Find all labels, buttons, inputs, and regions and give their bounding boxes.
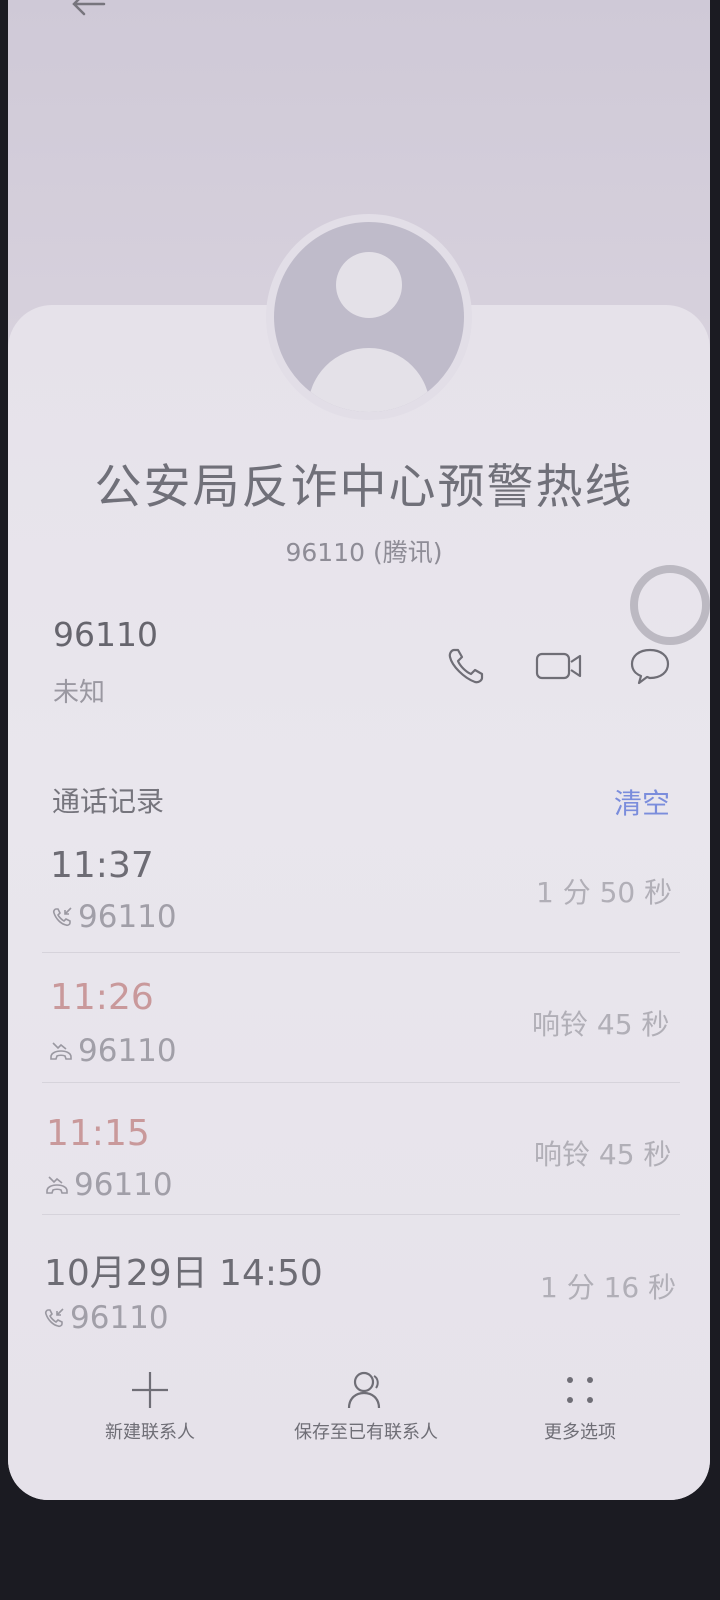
- call-log-row[interactable]: 10月29日 14:50 96110 1 分 16 秒: [8, 1220, 710, 1348]
- new-contact-button[interactable]: 新建联系人: [40, 1360, 260, 1460]
- more-options-label: 更多选项: [544, 1422, 616, 1443]
- divider: [42, 1082, 680, 1083]
- call-number: 96110: [50, 899, 177, 935]
- phone-icon[interactable]: [444, 644, 488, 688]
- call-number-text: 96110: [70, 1300, 169, 1336]
- divider: [42, 1214, 680, 1215]
- call-log-title: 通话记录: [52, 785, 165, 818]
- avatar: [266, 214, 472, 420]
- call-duration: 1 分 16 秒: [540, 1271, 677, 1304]
- call-log-row[interactable]: 11:37 96110 1 分 50 秒: [8, 825, 710, 953]
- plus-icon: [132, 1372, 168, 1408]
- call-log-row[interactable]: 11:26 96110 响铃 45 秒: [8, 955, 710, 1083]
- default-avatar-icon: [274, 222, 464, 412]
- missed-call-icon: [46, 1176, 68, 1194]
- call-duration: 响铃 45 秒: [534, 1138, 672, 1171]
- contact-name: 公安局反诈中心预警热线: [94, 460, 634, 515]
- call-time: 11:37: [50, 845, 154, 886]
- call-number: 96110: [42, 1300, 169, 1336]
- clear-call-log-button[interactable]: 清空: [614, 782, 670, 822]
- incoming-call-icon: [44, 1308, 64, 1328]
- call-time: 10月29日 14:50: [44, 1253, 323, 1294]
- phone-number: 96110: [53, 615, 158, 654]
- call-number-text: 96110: [78, 899, 177, 935]
- call-number: 96110: [44, 1167, 173, 1203]
- message-icon[interactable]: [628, 644, 672, 688]
- divider: [42, 952, 680, 953]
- call-time: 11:15: [46, 1113, 150, 1154]
- more-dots-icon: [567, 1377, 593, 1403]
- more-options-button[interactable]: 更多选项: [470, 1360, 690, 1460]
- back-arrow-icon[interactable]: [68, 0, 108, 22]
- number-location: 未知: [53, 678, 106, 708]
- incoming-call-icon: [52, 907, 72, 927]
- call-number: 96110: [48, 1033, 177, 1069]
- call-log-row[interactable]: 11:15 96110 响铃 45 秒: [8, 1087, 710, 1215]
- person-icon: [347, 1371, 381, 1409]
- save-to-existing-label: 保存至已有联系人: [294, 1422, 438, 1443]
- contact-detail-screen: 公安局反诈中心预警热线 96110 (腾讯) 96110 未知 通话记录 清空 …: [8, 0, 710, 1500]
- video-call-icon[interactable]: [534, 644, 584, 688]
- call-number-text: 96110: [78, 1033, 177, 1069]
- contact-subtitle: 96110 (腾讯): [285, 538, 443, 567]
- call-time: 11:26: [50, 977, 154, 1018]
- call-duration: 1 分 50 秒: [536, 876, 673, 909]
- call-duration: 响铃 45 秒: [532, 1008, 670, 1041]
- missed-call-icon: [50, 1042, 72, 1060]
- new-contact-label: 新建联系人: [105, 1422, 195, 1443]
- floating-assist-ball[interactable]: [630, 565, 710, 645]
- call-number-text: 96110: [74, 1167, 173, 1203]
- save-to-existing-contact-button[interactable]: 保存至已有联系人: [256, 1360, 476, 1460]
- bottom-action-bar: 新建联系人 保存至已有联系人 更多选项: [8, 1360, 710, 1460]
